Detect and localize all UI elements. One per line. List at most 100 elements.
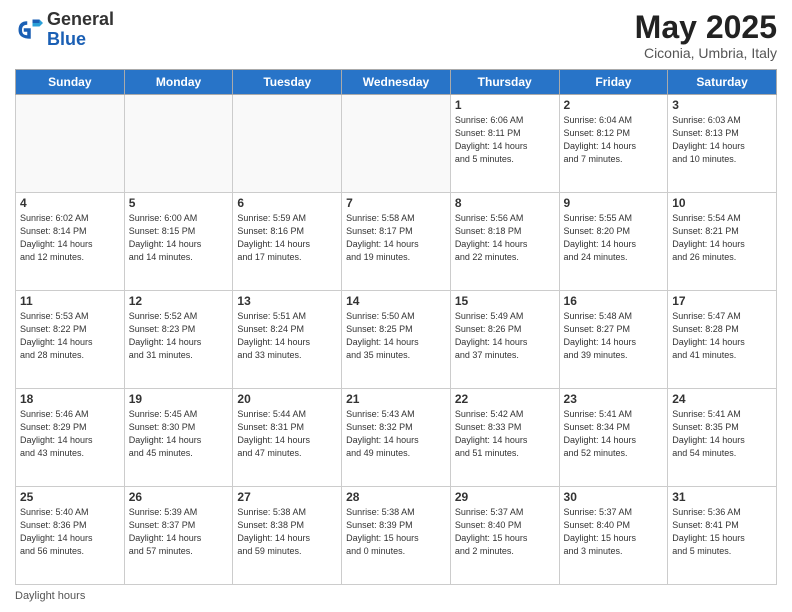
day-header-friday: Friday	[559, 70, 668, 95]
cell-content: Sunrise: 5:46 AM Sunset: 8:29 PM Dayligh…	[20, 408, 120, 460]
calendar-header-row: SundayMondayTuesdayWednesdayThursdayFrid…	[16, 70, 777, 95]
day-number: 26	[129, 490, 229, 504]
cell-content: Sunrise: 5:52 AM Sunset: 8:23 PM Dayligh…	[129, 310, 229, 362]
calendar-cell	[342, 95, 451, 193]
calendar-cell: 27 Sunrise: 5:38 AM Sunset: 8:38 PM Dayli…	[233, 487, 342, 585]
day-number: 4	[20, 196, 120, 210]
cell-content: Sunrise: 5:54 AM Sunset: 8:21 PM Dayligh…	[672, 212, 772, 264]
day-number: 10	[672, 196, 772, 210]
calendar-cell: 20Sunrise: 5:44 AM Sunset: 8:31 PM Dayli…	[233, 389, 342, 487]
day-header-thursday: Thursday	[450, 70, 559, 95]
calendar-cell: 14Sunrise: 5:50 AM Sunset: 8:25 PM Dayli…	[342, 291, 451, 389]
cell-content: Sunrise: 5:41 AM Sunset: 8:34 PM Dayligh…	[564, 408, 664, 460]
cell-content: Sunrise: 5:53 AM Sunset: 8:22 PM Dayligh…	[20, 310, 120, 362]
title-block: May 2025 Ciconia, Umbria, Italy	[635, 10, 777, 61]
cell-content: Sunrise: 5:48 AM Sunset: 8:27 PM Dayligh…	[564, 310, 664, 362]
calendar-cell: 22Sunrise: 5:42 AM Sunset: 8:33 PM Dayli…	[450, 389, 559, 487]
cell-content: Sunrise: 5:45 AM Sunset: 8:30 PM Dayligh…	[129, 408, 229, 460]
day-number: 29	[455, 490, 555, 504]
calendar-cell: 9 Sunrise: 5:55 AM Sunset: 8:20 PM Daylig…	[559, 193, 668, 291]
day-number: 6	[237, 196, 337, 210]
day-number: 8	[455, 196, 555, 210]
calendar-cell: 17 Sunrise: 5:47 AM Sunset: 8:28 PM Dayli…	[668, 291, 777, 389]
cell-content: Sunrise: 5:37 AM Sunset: 8:40 PM Dayligh…	[455, 506, 555, 558]
cell-content: Sunrise: 5:36 AM Sunset: 8:41 PM Dayligh…	[672, 506, 772, 558]
day-number: 23	[564, 392, 664, 406]
calendar-week-1: 1 Sunrise: 6:06 AM Sunset: 8:11 PM Daylig…	[16, 95, 777, 193]
calendar-week-3: 11 Sunrise: 5:53 AM Sunset: 8:22 PM Dayli…	[16, 291, 777, 389]
day-number: 5	[129, 196, 229, 210]
day-number: 9	[564, 196, 664, 210]
cell-content: Sunrise: 5:49 AM Sunset: 8:26 PM Dayligh…	[455, 310, 555, 362]
day-number: 25	[20, 490, 120, 504]
logo-general: General	[47, 9, 114, 29]
calendar-cell: 13 Sunrise: 5:51 AM Sunset: 8:24 PM Dayli…	[233, 291, 342, 389]
calendar-cell: 2 Sunrise: 6:04 AM Sunset: 8:12 PM Daylig…	[559, 95, 668, 193]
calendar-cell: 10 Sunrise: 5:54 AM Sunset: 8:21 PM Dayli…	[668, 193, 777, 291]
day-number: 13	[237, 294, 337, 308]
cell-content: Sunrise: 5:56 AM Sunset: 8:18 PM Dayligh…	[455, 212, 555, 264]
calendar-cell: 12Sunrise: 5:52 AM Sunset: 8:23 PM Dayli…	[124, 291, 233, 389]
day-header-tuesday: Tuesday	[233, 70, 342, 95]
location: Ciconia, Umbria, Italy	[635, 45, 777, 61]
day-header-wednesday: Wednesday	[342, 70, 451, 95]
cell-content: Sunrise: 5:55 AM Sunset: 8:20 PM Dayligh…	[564, 212, 664, 264]
day-header-saturday: Saturday	[668, 70, 777, 95]
day-number: 19	[129, 392, 229, 406]
cell-content: Sunrise: 5:44 AM Sunset: 8:31 PM Dayligh…	[237, 408, 337, 460]
footer: Daylight hours	[15, 590, 777, 602]
cell-content: Sunrise: 6:04 AM Sunset: 8:12 PM Dayligh…	[564, 114, 664, 166]
cell-content: Sunrise: 5:38 AM Sunset: 8:38 PM Dayligh…	[237, 506, 337, 558]
calendar-cell: 11 Sunrise: 5:53 AM Sunset: 8:22 PM Dayli…	[16, 291, 125, 389]
calendar-cell: 6Sunrise: 5:59 AM Sunset: 8:16 PM Daylig…	[233, 193, 342, 291]
calendar-cell: 30Sunrise: 5:37 AM Sunset: 8:40 PM Dayli…	[559, 487, 668, 585]
day-number: 11	[20, 294, 120, 308]
month-title: May 2025	[635, 10, 777, 45]
cell-content: Sunrise: 5:42 AM Sunset: 8:33 PM Dayligh…	[455, 408, 555, 460]
calendar-cell: 28Sunrise: 5:38 AM Sunset: 8:39 PM Dayli…	[342, 487, 451, 585]
calendar-cell: 25 Sunrise: 5:40 AM Sunset: 8:36 PM Dayli…	[16, 487, 125, 585]
cell-content: Sunrise: 5:40 AM Sunset: 8:36 PM Dayligh…	[20, 506, 120, 558]
day-number: 21	[346, 392, 446, 406]
day-number: 17	[672, 294, 772, 308]
cell-content: Sunrise: 6:06 AM Sunset: 8:11 PM Dayligh…	[455, 114, 555, 166]
calendar-cell: 7 Sunrise: 5:58 AM Sunset: 8:17 PM Daylig…	[342, 193, 451, 291]
calendar-cell: 31Sunrise: 5:36 AM Sunset: 8:41 PM Dayli…	[668, 487, 777, 585]
cell-content: Sunrise: 6:02 AM Sunset: 8:14 PM Dayligh…	[20, 212, 120, 264]
day-number: 27	[237, 490, 337, 504]
day-number: 1	[455, 98, 555, 112]
calendar-cell: 24Sunrise: 5:41 AM Sunset: 8:35 PM Dayli…	[668, 389, 777, 487]
day-header-monday: Monday	[124, 70, 233, 95]
calendar-week-4: 18 Sunrise: 5:46 AM Sunset: 8:29 PM Dayli…	[16, 389, 777, 487]
calendar-cell: 19 Sunrise: 5:45 AM Sunset: 8:30 PM Dayli…	[124, 389, 233, 487]
calendar-table: SundayMondayTuesdayWednesdayThursdayFrid…	[15, 69, 777, 585]
logo: General Blue	[15, 10, 114, 50]
header: General Blue May 2025 Ciconia, Umbria, I…	[15, 10, 777, 61]
cell-content: Sunrise: 5:51 AM Sunset: 8:24 PM Dayligh…	[237, 310, 337, 362]
cell-content: Sunrise: 5:38 AM Sunset: 8:39 PM Dayligh…	[346, 506, 446, 558]
day-number: 7	[346, 196, 446, 210]
calendar-cell: 15Sunrise: 5:49 AM Sunset: 8:26 PM Dayli…	[450, 291, 559, 389]
calendar-cell	[124, 95, 233, 193]
cell-content: Sunrise: 5:47 AM Sunset: 8:28 PM Dayligh…	[672, 310, 772, 362]
logo-icon	[15, 16, 43, 44]
calendar-cell: 23 Sunrise: 5:41 AM Sunset: 8:34 PM Dayli…	[559, 389, 668, 487]
calendar-week-2: 4 Sunrise: 6:02 AM Sunset: 8:14 PM Daylig…	[16, 193, 777, 291]
calendar-cell: 16 Sunrise: 5:48 AM Sunset: 8:27 PM Dayli…	[559, 291, 668, 389]
calendar-cell: 5Sunrise: 6:00 AM Sunset: 8:15 PM Daylig…	[124, 193, 233, 291]
calendar-cell: 1 Sunrise: 6:06 AM Sunset: 8:11 PM Daylig…	[450, 95, 559, 193]
cell-content: Sunrise: 5:39 AM Sunset: 8:37 PM Dayligh…	[129, 506, 229, 558]
day-number: 2	[564, 98, 664, 112]
calendar-cell: 29 Sunrise: 5:37 AM Sunset: 8:40 PM Dayli…	[450, 487, 559, 585]
calendar-cell: 18 Sunrise: 5:46 AM Sunset: 8:29 PM Dayli…	[16, 389, 125, 487]
logo-text: General Blue	[47, 10, 114, 50]
cell-content: Sunrise: 5:37 AM Sunset: 8:40 PM Dayligh…	[564, 506, 664, 558]
calendar-cell: 8 Sunrise: 5:56 AM Sunset: 8:18 PM Daylig…	[450, 193, 559, 291]
cell-content: Sunrise: 5:43 AM Sunset: 8:32 PM Dayligh…	[346, 408, 446, 460]
day-number: 16	[564, 294, 664, 308]
day-header-sunday: Sunday	[16, 70, 125, 95]
calendar-cell: 3Sunrise: 6:03 AM Sunset: 8:13 PM Daylig…	[668, 95, 777, 193]
calendar-cell: 4 Sunrise: 6:02 AM Sunset: 8:14 PM Daylig…	[16, 193, 125, 291]
cell-content: Sunrise: 5:58 AM Sunset: 8:17 PM Dayligh…	[346, 212, 446, 264]
day-number: 18	[20, 392, 120, 406]
